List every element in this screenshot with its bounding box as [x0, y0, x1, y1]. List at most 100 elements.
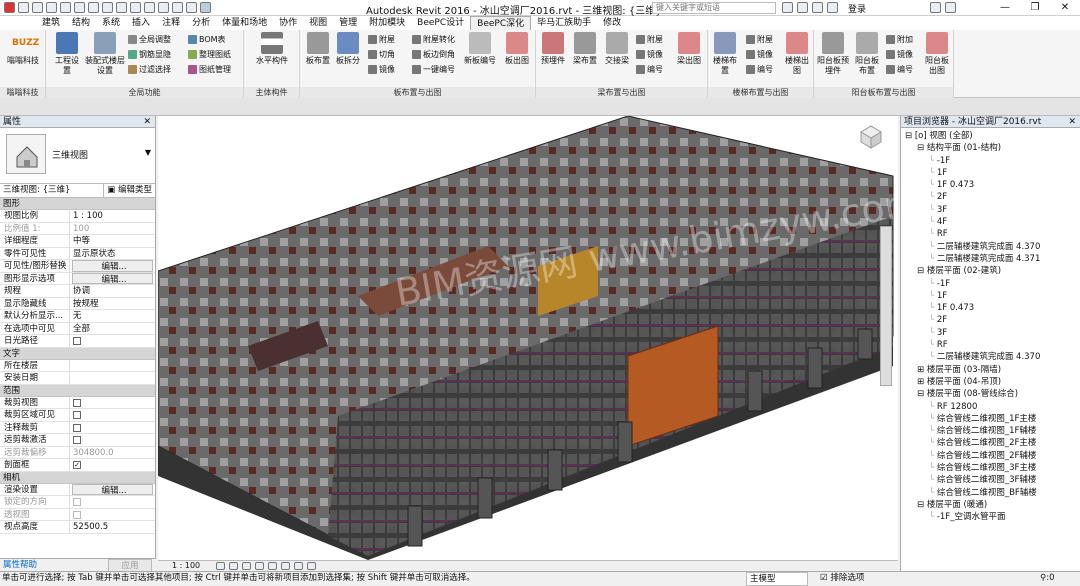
balcony-number-button[interactable]: 编号	[886, 64, 913, 75]
switch-windows-icon[interactable]	[200, 2, 211, 13]
view-selector[interactable]: 三维视图: {三维}	[0, 184, 103, 197]
tab-9[interactable]: 管理	[333, 16, 363, 30]
browser-item[interactable]: └ RF	[901, 228, 1080, 240]
slab-attach-button[interactable]: 附屋	[368, 34, 395, 45]
property-value[interactable]	[70, 360, 155, 372]
subscription-icon[interactable]	[797, 2, 808, 13]
browser-item[interactable]: └ 3F	[901, 327, 1080, 339]
tab-1[interactable]: 结构	[66, 16, 96, 30]
browser-item[interactable]: └ 二层辅楼建筑完成面 4.371	[901, 253, 1080, 265]
expand-icon[interactable]: ⊞	[917, 365, 927, 375]
star-icon[interactable]	[812, 2, 823, 13]
browser-item[interactable]: └ 1F	[901, 167, 1080, 179]
embed-button[interactable]: 预埋件	[538, 32, 568, 66]
tab-6[interactable]: 体量和场地	[216, 16, 273, 30]
browser-item[interactable]: ⊞ 楼层平面 (04-吊顶)	[901, 376, 1080, 388]
tab-14[interactable]: 修改	[597, 16, 627, 30]
3d-viewport[interactable]: BIM资源网 www.bimzyw.com	[158, 116, 898, 560]
stair-place-button[interactable]: 楼梯布置	[710, 32, 740, 76]
expand-icon[interactable]: ⊞	[917, 377, 927, 387]
stair-number-button[interactable]: 编号	[746, 64, 773, 75]
detail-level-icon[interactable]	[216, 562, 225, 570]
print-icon[interactable]	[88, 2, 99, 13]
dimension-icon[interactable]	[116, 2, 127, 13]
tab-4[interactable]: 注释	[156, 16, 186, 30]
property-value[interactable]: 全部	[70, 323, 155, 335]
attach-convert-button[interactable]: 附屋转化	[412, 34, 455, 45]
revit-app-icon[interactable]	[4, 2, 15, 13]
new-slab-number-button[interactable]: 新板编号	[462, 32, 498, 66]
stair-attach-button[interactable]: 附屋	[746, 34, 773, 45]
search-input[interactable]: 键入关键字或短语	[652, 2, 776, 14]
property-value[interactable]: 无	[70, 310, 155, 322]
beam-attach-button[interactable]: 附屋	[636, 34, 663, 45]
property-value[interactable]: 中等	[70, 235, 155, 247]
minimize-icon[interactable]: —	[990, 0, 1020, 16]
chevron-down-icon[interactable]: ▼	[145, 148, 151, 157]
bom-button[interactable]: BOM表	[188, 34, 226, 45]
property-checkbox[interactable]	[70, 409, 155, 421]
user-icon[interactable]	[827, 2, 838, 13]
close-icon[interactable]: ✕	[1068, 116, 1076, 128]
edit-type-button[interactable]: ▣ 编辑类型	[103, 184, 155, 197]
tab-3[interactable]: 插入	[126, 16, 156, 30]
lock-icon[interactable]	[294, 562, 303, 570]
hide-isolate-icon[interactable]	[307, 562, 316, 570]
close-icon[interactable]: ✕	[143, 116, 151, 128]
open-icon[interactable]	[18, 2, 29, 13]
navigation-bar[interactable]	[880, 226, 892, 386]
property-value[interactable]: 52500.5	[70, 521, 155, 533]
beam-number-button[interactable]: 编号	[636, 64, 663, 75]
balcony-drawing-button[interactable]: 阳台板出图	[922, 32, 952, 76]
browser-item[interactable]: └ 综合管线二维视图_1F主楼	[901, 413, 1080, 425]
collapse-icon[interactable]: ⊟	[905, 131, 915, 141]
properties-section[interactable]: 图形	[0, 198, 155, 210]
property-checkbox[interactable]: ✓	[70, 459, 155, 471]
close-hidden-icon[interactable]	[186, 2, 197, 13]
browser-item[interactable]: └ -1F	[901, 155, 1080, 167]
browser-item[interactable]: └ 二层辅楼建筑完成面 4.370	[901, 351, 1080, 363]
redo-icon[interactable]	[74, 2, 85, 13]
property-value[interactable]: 按规程	[70, 298, 155, 310]
balcony-place-button[interactable]: 阳台板布置	[852, 32, 882, 76]
shadows-icon[interactable]	[255, 562, 264, 570]
browser-item[interactable]: └ 1F	[901, 290, 1080, 302]
browser-item[interactable]: ⊟ 楼层平面 (02-建筑)	[901, 265, 1080, 277]
collapse-icon[interactable]: ⊟	[917, 143, 927, 153]
browser-item[interactable]: └ RF	[901, 339, 1080, 351]
slab-chamfer-button[interactable]: 切角	[368, 49, 395, 60]
edit-button[interactable]: 编辑...	[72, 260, 153, 272]
thin-lines-icon[interactable]	[172, 2, 183, 13]
sun-path-icon[interactable]	[242, 562, 251, 570]
text-icon[interactable]	[130, 2, 141, 13]
slab-drawing-button[interactable]: 板出图	[502, 32, 532, 66]
property-checkbox[interactable]	[70, 434, 155, 446]
browser-item[interactable]: ⊟ 结构平面 (01-结构)	[901, 142, 1080, 154]
crop-icon[interactable]	[281, 562, 290, 570]
tab-11[interactable]: BeePC设计	[411, 16, 470, 30]
organize-sheets-button[interactable]: 整理图纸	[188, 49, 231, 60]
browser-item[interactable]: └ 1F 0.473	[901, 302, 1080, 314]
beam-mirror-button[interactable]: 镜像	[636, 49, 663, 60]
help-icon[interactable]	[945, 2, 956, 13]
view-scale[interactable]: 1 : 100	[158, 561, 200, 570]
edit-button[interactable]: 编辑...	[72, 483, 153, 495]
rebar-visibility-button[interactable]: 钢筋显隐	[128, 49, 171, 60]
browser-item[interactable]: └ 综合管线二维视图_1F辅楼	[901, 425, 1080, 437]
edit-button[interactable]: 编辑...	[72, 272, 153, 284]
browser-item[interactable]: └ 1F 0.473	[901, 179, 1080, 191]
property-checkbox[interactable]	[70, 397, 155, 409]
tab-2[interactable]: 系统	[96, 16, 126, 30]
slab-place-button[interactable]: 板布置	[304, 32, 332, 66]
properties-section[interactable]: 相机	[0, 471, 155, 484]
stair-mirror-button[interactable]: 镜像	[746, 49, 773, 60]
stair-drawing-button[interactable]: 楼梯出图	[782, 32, 812, 76]
property-checkbox[interactable]	[70, 335, 155, 347]
browser-item[interactable]: └ 综合管线二维视图_2F主楼	[901, 437, 1080, 449]
properties-help-link[interactable]: 属性帮助	[0, 560, 37, 570]
collapse-icon[interactable]: ⊟	[917, 389, 927, 399]
joint-beam-button[interactable]: 交接梁	[602, 32, 632, 66]
exclude-options-checkbox[interactable]: ☑ 排除选项	[820, 572, 864, 584]
browser-item[interactable]: └ -1F	[901, 278, 1080, 290]
browser-item[interactable]: ⊟ 楼层平面 (暖通)	[901, 499, 1080, 511]
